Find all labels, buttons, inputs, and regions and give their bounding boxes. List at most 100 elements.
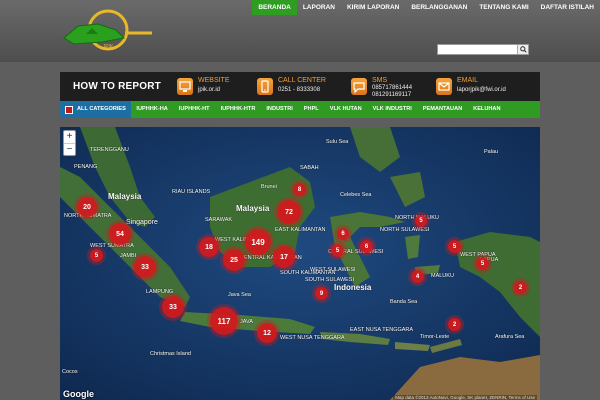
label-timor-leste: Timor-Leste [420,334,450,340]
category-all-label: ALL CATEGORIES [77,106,126,112]
label-riau-islands: RIAU ISLANDS [172,189,211,195]
category-industri[interactable]: INDUSTRI [261,101,298,118]
contact-website-title: WEBSITE [198,77,230,84]
map-data-attribution[interactable]: Map data ©2013 AutoNavi, Google, SK plan… [393,395,537,400]
label-terengganu: TERENGGANU [90,147,129,153]
search-button[interactable] [517,45,528,54]
category-keluhan[interactable]: KELUHAN [468,101,506,118]
contact-sms-title: SMS [372,77,388,84]
label-palau: Palau [484,149,499,155]
label-malaysia-west: Malaysia [108,192,142,201]
search-input[interactable] [438,45,518,54]
computer-icon [177,78,193,95]
category-vlk-hutan[interactable]: VLK HUTAN [324,101,367,118]
label-cocos: Cocos [62,369,78,375]
label-west-nusa-tenggara: WEST NUSA TENGGARA [280,335,345,341]
label-north-sulawesi: NORTH SULAWESI [380,227,430,233]
label-west-sulawesi: WEST SULAWESI [310,267,356,273]
cluster-marker[interactable]: 8 [293,183,306,196]
zoom-control: + − [63,130,76,156]
cluster-marker[interactable]: 2 [514,281,527,294]
label-east-kalimantan: EAST KALIMANTAN [275,227,326,233]
label-maluku: MALUKU [431,273,454,279]
category-all[interactable]: ALL CATEGORIES [60,101,131,118]
cluster-marker[interactable]: 5 [90,249,103,262]
label-singapore: Singapore [126,219,158,226]
label-java-sea: Java Sea [228,292,251,298]
sms-icon [351,78,367,95]
label-malaysia-east: Malaysia [236,204,270,213]
all-categories-checkbox[interactable] [65,105,73,114]
top-navigation: BERANDA LAPORAN KIRIM LAPORAN BERLANGGAN… [252,0,600,15]
cluster-marker[interactable]: 20 [77,197,97,217]
google-logo[interactable]: Google [63,389,94,399]
cluster-marker[interactable]: 6 [337,228,349,240]
contact-call-center-title: CALL CENTER [278,77,326,84]
nav-kirim-laporan[interactable]: KIRIM LAPORAN [341,0,405,15]
zoom-out-button[interactable]: − [64,143,75,155]
nav-berlangganan[interactable]: BERLANGGANAN [405,0,473,15]
contact-website[interactable]: WEBSITE jpik.or.id [177,76,247,98]
label-celebes-sea: Celebes Sea [340,192,372,198]
zoom-in-button[interactable]: + [64,131,75,143]
cluster-marker[interactable]: 17 [273,246,295,268]
label-brunei: Brunei [261,184,277,190]
label-arafura-sea: Arafura Sea [495,334,525,340]
contact-sms-line-2: 081291169117 [372,92,412,98]
label-java: JAVA [240,319,253,325]
category-bar: ALL CATEGORIES IUPHHK-HA IUPHHK-HT IUPHH… [60,101,540,118]
cluster-marker[interactable]: 54 [109,223,131,245]
cluster-marker[interactable]: 149 [245,229,271,255]
contact-email-title: EMAIL [457,77,479,84]
cluster-marker[interactable]: 33 [162,296,184,318]
category-iuphhk-htr[interactable]: IUPHHK-HTR [215,101,261,118]
cluster-marker[interactable]: 72 [277,200,301,224]
cluster-marker[interactable]: 33 [134,256,156,278]
search-box [437,44,529,55]
label-banda-sea: Banda Sea [390,299,418,305]
cluster-marker[interactable]: 12 [257,323,277,343]
contact-call-center[interactable]: CALL CENTER 0251 - 8333308 [257,76,337,98]
cluster-marker[interactable]: 5 [331,244,344,257]
contact-email[interactable]: EMAIL laporjpik@fwi.or.id [436,76,536,98]
cluster-marker[interactable]: 4 [411,270,424,283]
category-pemantauan[interactable]: PEMANTAUAN [417,101,467,118]
contact-website-line: jpik.or.id [198,87,221,93]
label-jambi: JAMBI [120,253,137,259]
label-east-nusa-tenggara: EAST NUSA TENGGARA [350,327,414,333]
report-map[interactable]: + − Malaysia Malaysia Indonesia Singapor… [60,127,540,400]
cluster-marker[interactable]: 6 [360,240,373,253]
contact-email-line: laporjpik@fwi.or.id [457,87,506,93]
site-header: JPIK BERANDA LAPORAN KIRIM LAPORAN BERLA… [0,0,600,62]
category-vlk-industri[interactable]: VLK INDUSTRI [367,101,417,118]
cluster-marker[interactable]: 25 [223,249,245,271]
label-south-sulawesi: SOUTH SULAWESI [305,277,354,283]
phone-icon [257,78,273,95]
cluster-marker[interactable]: 5 [415,215,427,227]
nav-beranda[interactable]: BERANDA [252,0,297,15]
label-lampung: LAMPUNG [146,289,174,295]
cluster-marker[interactable]: 5 [476,257,489,270]
email-icon [436,78,452,95]
how-to-report-title: HOW TO REPORT [73,81,161,92]
label-sarawak: SARAWAK [205,217,233,223]
category-phpl[interactable]: PHPL [298,101,324,118]
nav-tentang-kami[interactable]: TENTANG KAMI [473,0,534,15]
label-sabah: SABAH [300,165,319,171]
label-sulu-sea: Sulu Sea [326,139,349,145]
jpik-logo[interactable]: JPIK [62,8,154,54]
contact-sms[interactable]: SMS 085717861444 081291169117 [351,76,426,98]
cluster-marker[interactable]: 18 [199,237,219,257]
nav-daftar-istilah[interactable]: DAFTAR ISTILAH [535,0,600,15]
magnifier-icon [519,46,527,53]
cluster-marker[interactable]: 2 [448,318,461,331]
how-to-report-bar: HOW TO REPORT WEBSITE jpik.or.id CALL CE… [60,72,540,102]
label-indonesia: Indonesia [334,283,372,292]
contact-sms-line-1: 085717861444 [372,85,413,91]
cluster-marker[interactable]: 5 [448,240,461,253]
nav-laporan[interactable]: LAPORAN [297,0,341,15]
category-iuphhk-ht[interactable]: IUPHHK-HT [173,101,215,118]
cluster-marker[interactable]: 117 [210,307,238,335]
category-iuphhk-ha[interactable]: IUPHHK-HA [131,101,173,118]
cluster-marker[interactable]: 9 [315,287,328,300]
